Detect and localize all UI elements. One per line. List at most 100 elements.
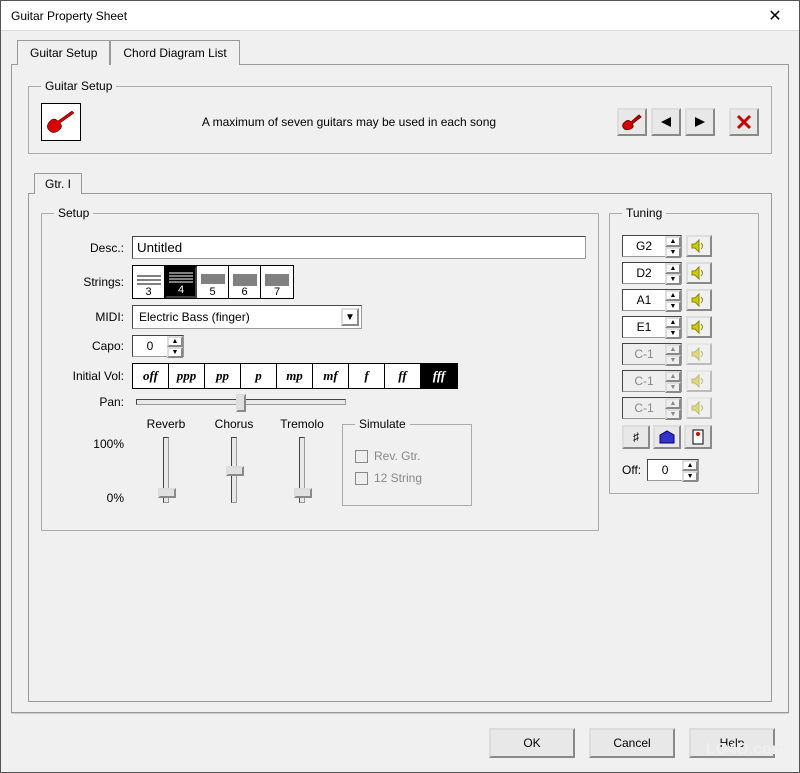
vol-p[interactable]: p xyxy=(241,364,277,388)
tuning-note-2-down-icon[interactable]: ▼ xyxy=(665,301,681,312)
main-tabstrip: Guitar Setup Chord Diagram List xyxy=(11,40,789,65)
tuning-row-0: G2▲▼ xyxy=(622,235,746,257)
pan-thumb[interactable] xyxy=(236,394,246,412)
strings-opt-3[interactable]: 3 xyxy=(133,266,165,298)
document-button[interactable] xyxy=(684,425,712,449)
vol-f[interactable]: f xyxy=(349,364,385,388)
chorus-thumb[interactable] xyxy=(226,466,244,476)
pan-slider[interactable] xyxy=(136,399,346,405)
effects-row: 100% 0% Reverb Chorus xyxy=(54,417,586,518)
tuning-note-4-value: C-1 xyxy=(623,344,665,364)
tuning-note-2-spinbox[interactable]: A1▲▼ xyxy=(622,289,682,311)
vol-ff[interactable]: ff xyxy=(385,364,421,388)
desc-input[interactable] xyxy=(132,236,586,259)
tab-content: Guitar Setup A maximum of seven guitars … xyxy=(11,64,789,713)
vol-ppp[interactable]: ppp xyxy=(169,364,205,388)
tuning-note-2-up-icon[interactable]: ▲ xyxy=(665,290,681,301)
twelve-string-checkbox[interactable] xyxy=(355,472,368,485)
strings-opt-5[interactable]: 5 xyxy=(197,266,229,298)
tuning-note-2-speaker-icon[interactable] xyxy=(686,289,712,311)
tuning-note-0-down-icon[interactable]: ▼ xyxy=(665,247,681,258)
strings-picker[interactable]: 3 4 5 6 7 xyxy=(132,265,294,299)
tuning-note-3-speaker-icon[interactable] xyxy=(686,316,712,338)
tuning-note-4-spinbox: C-1▲▼ xyxy=(622,343,682,365)
tremolo-label: Tremolo xyxy=(268,417,336,431)
strings-opt-4[interactable]: 4 xyxy=(165,266,197,298)
twelve-string-row[interactable]: 12 String xyxy=(355,471,459,485)
inner-tabstrip: Gtr. I xyxy=(28,173,772,194)
sharp-button[interactable]: ♯ xyxy=(622,425,650,449)
tuning-note-1-speaker-icon[interactable] xyxy=(686,262,712,284)
tuning-note-5-down-icon: ▼ xyxy=(665,382,681,393)
tuning-note-5-speaker-icon xyxy=(686,370,712,392)
header-row: A maximum of seven guitars may be used i… xyxy=(41,103,759,141)
rev-gtr-row[interactable]: Rev. Gtr. xyxy=(355,449,459,463)
tremolo-slider[interactable] xyxy=(299,437,305,503)
tuning-note-3-up-icon[interactable]: ▲ xyxy=(665,317,681,328)
tuning-note-4-speaker-icon xyxy=(686,343,712,365)
help-button[interactable]: Help xyxy=(689,728,775,758)
tuning-note-0-spinbox[interactable]: G2▲▼ xyxy=(622,235,682,257)
simulate-groupbox: Simulate Rev. Gtr. 12 String xyxy=(342,417,472,506)
tuning-note-1-up-icon[interactable]: ▲ xyxy=(665,263,681,274)
rev-gtr-label: Rev. Gtr. xyxy=(374,449,420,463)
chorus-slider[interactable] xyxy=(231,437,237,503)
tuning-groupbox: Tuning G2▲▼D2▲▼A1▲▼E1▲▼C-1▲▼C-1▲▼C-1▲▼ ♯ xyxy=(609,206,759,494)
tremolo-thumb[interactable] xyxy=(294,488,312,498)
next-arrow-icon[interactable] xyxy=(685,108,715,136)
tab-gtr-1[interactable]: Gtr. I xyxy=(34,173,82,194)
tuning-row-3: E1▲▼ xyxy=(622,316,746,338)
header-toolbar xyxy=(617,108,759,136)
library-button[interactable] xyxy=(653,425,681,449)
chevron-down-icon[interactable]: ▼ xyxy=(341,308,359,326)
vol-off[interactable]: off xyxy=(133,364,169,388)
tuning-note-6-down-icon: ▼ xyxy=(665,409,681,420)
tab-chord-diagram-list[interactable]: Chord Diagram List xyxy=(110,40,239,65)
vol-mf[interactable]: mf xyxy=(313,364,349,388)
button-bar: OK Cancel Help xyxy=(11,713,789,772)
delete-x-icon[interactable] xyxy=(729,108,759,136)
rev-gtr-checkbox[interactable] xyxy=(355,450,368,463)
chorus-slot: Chorus xyxy=(200,417,268,518)
close-icon[interactable]: ✕ xyxy=(755,6,795,26)
tab-guitar-setup[interactable]: Guitar Setup xyxy=(17,40,110,65)
capo-up-icon[interactable]: ▲ xyxy=(167,336,183,347)
tuning-note-0-up-icon[interactable]: ▲ xyxy=(665,236,681,247)
cancel-button[interactable]: Cancel xyxy=(589,728,675,758)
off-label: Off: xyxy=(622,463,641,477)
guitar-setup-legend: Guitar Setup xyxy=(41,79,116,93)
strings-opt-6[interactable]: 6 xyxy=(229,266,261,298)
tuning-note-6-spinbox: C-1▲▼ xyxy=(622,397,682,419)
tuning-note-3-down-icon[interactable]: ▼ xyxy=(665,328,681,339)
vol-mp[interactable]: mp xyxy=(277,364,313,388)
tuning-note-6-speaker-icon xyxy=(686,397,712,419)
volume-picker[interactable]: off ppp pp p mp mf f ff fff xyxy=(132,363,458,389)
strings-opt-7[interactable]: 7 xyxy=(261,266,293,298)
reverb-thumb[interactable] xyxy=(158,488,176,498)
capo-down-icon[interactable]: ▼ xyxy=(167,347,183,358)
tremolo-slot: Tremolo xyxy=(268,417,336,518)
reverb-slider[interactable] xyxy=(163,437,169,503)
toolbar-guitar-button[interactable] xyxy=(617,108,647,136)
tuning-note-6-value: C-1 xyxy=(623,398,665,418)
tuning-note-3-spinbox[interactable]: E1▲▼ xyxy=(622,316,682,338)
off-spinbox[interactable]: 0 ▲▼ xyxy=(647,459,699,481)
tuning-note-1-down-icon[interactable]: ▼ xyxy=(665,274,681,285)
ok-button[interactable]: OK xyxy=(489,728,575,758)
desc-label: Desc.: xyxy=(54,241,132,255)
midi-dropdown[interactable]: Electric Bass (finger) ▼ xyxy=(132,305,362,329)
off-up-icon[interactable]: ▲ xyxy=(682,460,698,471)
tuning-note-1-value: D2 xyxy=(623,263,665,283)
off-down-icon[interactable]: ▼ xyxy=(682,471,698,482)
setup-legend: Setup xyxy=(54,206,93,220)
prev-arrow-icon[interactable] xyxy=(651,108,681,136)
capo-spinbox[interactable]: 0 ▲▼ xyxy=(132,335,184,357)
vol-fff[interactable]: fff xyxy=(421,364,457,388)
twelve-string-label: 12 String xyxy=(374,471,422,485)
tuning-note-5-spinbox: C-1▲▼ xyxy=(622,370,682,392)
tuning-note-1-spinbox[interactable]: D2▲▼ xyxy=(622,262,682,284)
guitar-setup-groupbox: Guitar Setup A maximum of seven guitars … xyxy=(28,79,772,154)
vol-pp[interactable]: pp xyxy=(205,364,241,388)
tuning-note-0-speaker-icon[interactable] xyxy=(686,235,712,257)
effects-scale: 100% 0% xyxy=(54,417,132,511)
